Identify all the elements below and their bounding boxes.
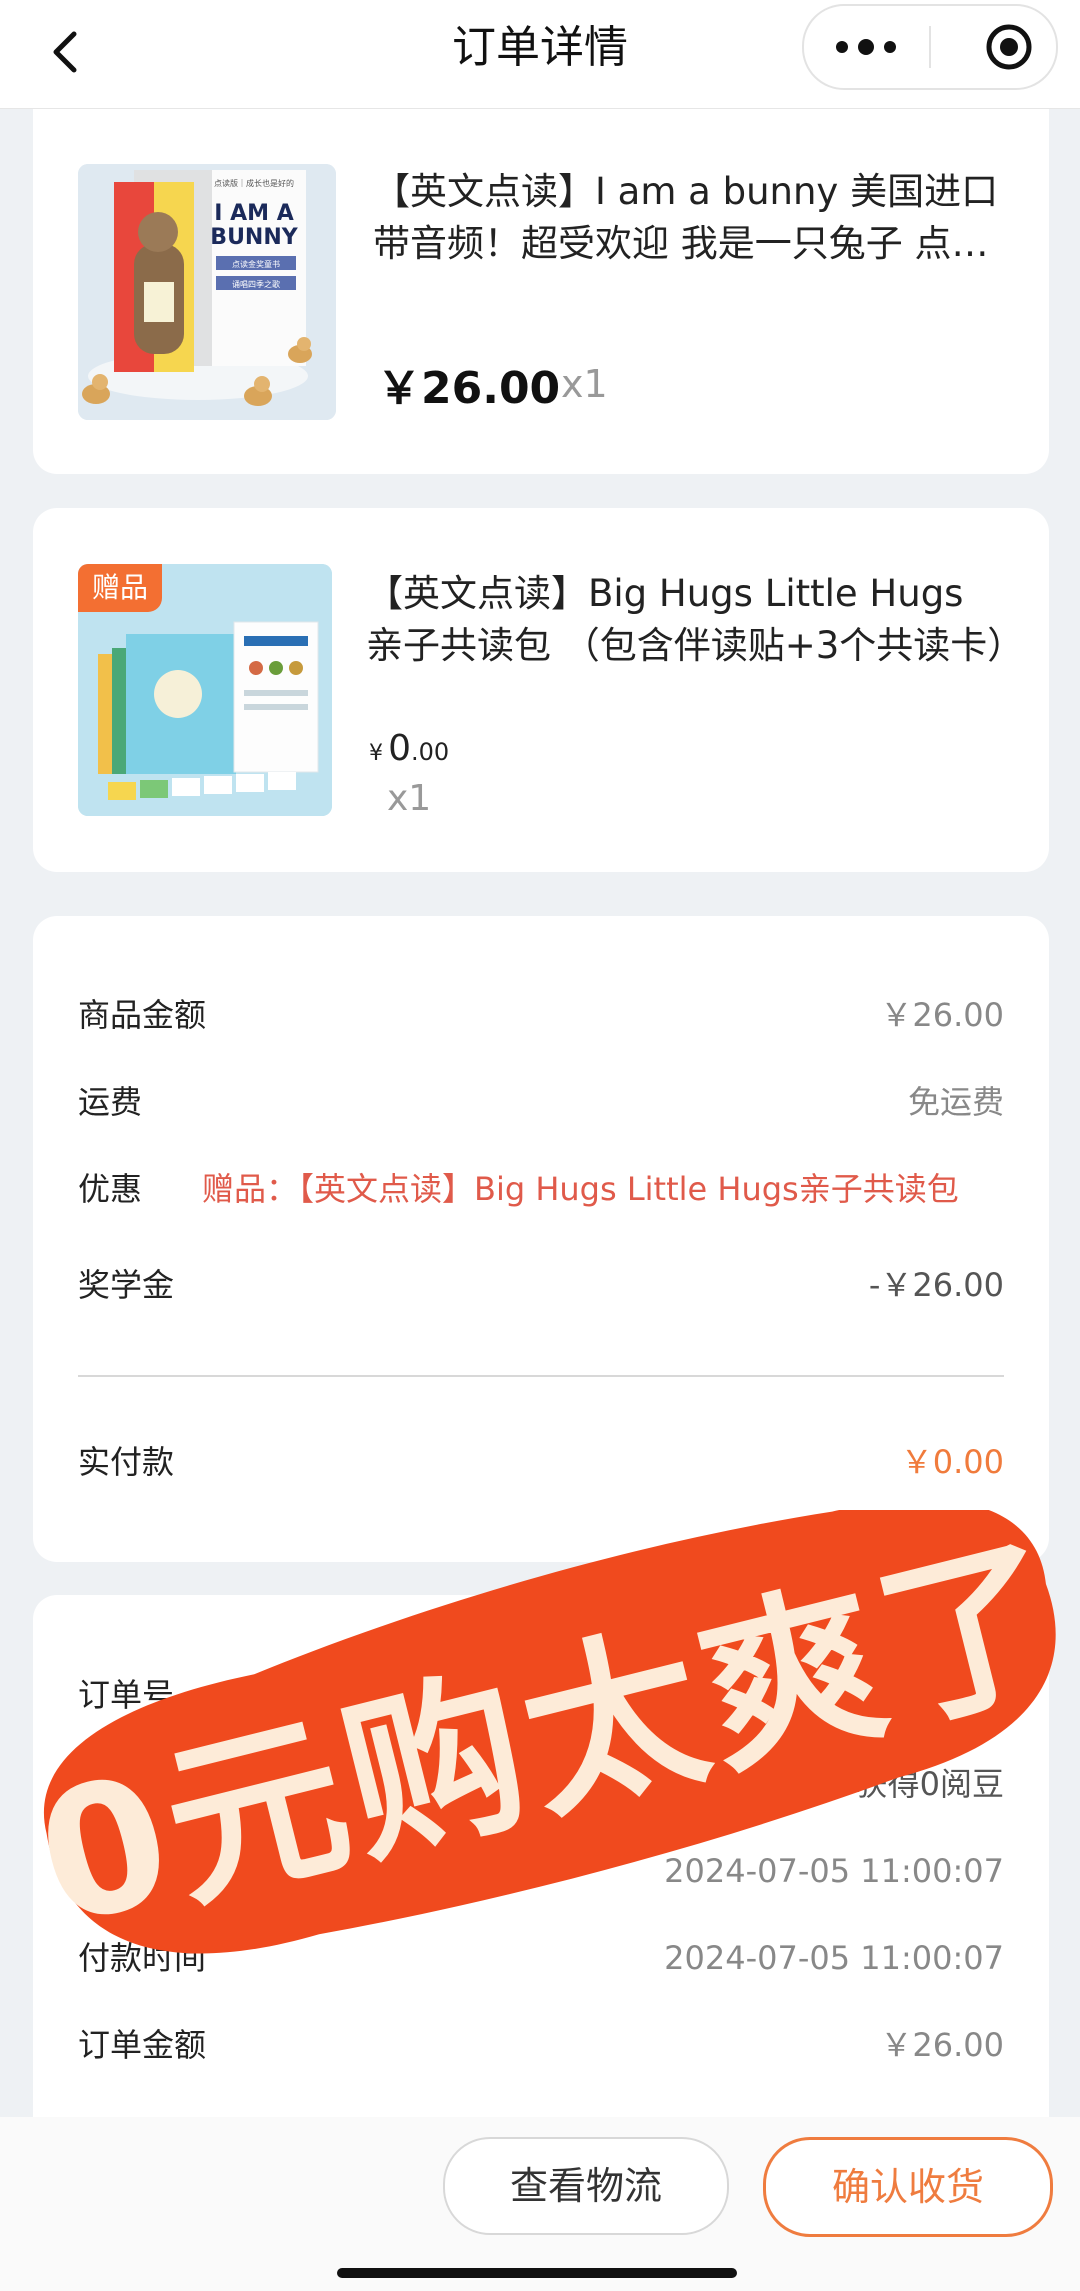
promo-sticker: 0元购太爽了 [19,1510,1080,1966]
gift-product-price: ¥ 0.00 [369,728,449,769]
scholarship-label: 奖学金 [78,1266,175,1304]
product-quantity: x1 [561,362,608,406]
order-amount-value: ￥26.00 [880,2026,1004,2064]
view-logistics-button[interactable]: 查看物流 [443,2137,729,2235]
price-decimal: .00 [411,738,450,766]
product-image[interactable]: 点读版｜成长也是好的 I AM A BUNNY 点读金奖童书 诵唱四季之歌 [78,164,336,420]
price-integer: 0 [388,728,411,769]
cover-tag1: 点读金奖童书 [232,259,280,269]
capsule-divider [929,26,931,68]
cover-title-line2: BUNNY [210,225,298,250]
product-card[interactable]: 点读版｜成长也是好的 I AM A BUNNY 点读金奖童书 诵唱四季之歌 【英… [33,108,1049,474]
shipping-label: 运费 [78,1083,143,1121]
discount-label: 优惠 [78,1170,143,1208]
order-amount-row: 订单金额 ￥26.00 [78,2015,1004,2075]
goods-amount-row: 商品金额 ￥26.00 [78,985,1004,1045]
mini-program-capsule [802,4,1058,90]
confirm-receipt-button[interactable]: 确认收货 [763,2137,1053,2237]
scholarship-row: 奖学金 -￥26.00 [78,1255,1004,1315]
gift-product-title[interactable]: 【英文点读】Big Hugs Little Hugs 亲子共读包 （包含伴读贴+… [366,568,1006,672]
cover-top-text: 点读版｜成长也是好的 [214,178,294,188]
paid-row: 实付款 ￥0.00 [78,1432,1004,1492]
product-title[interactable]: 【英文点读】I am a bunny 美国进口 带音频！超受欢迎 我是一只兔子 … [373,166,1013,270]
gift-product-quantity: x1 [387,778,432,819]
summary-divider [78,1375,1004,1377]
shipping-value: 免运费 [907,1083,1004,1121]
product-price: ￥26.00 [377,363,561,414]
shipping-row: 运费 免运费 [78,1072,1004,1132]
target-icon[interactable] [984,22,1034,72]
price-currency: ¥ [369,741,383,766]
goods-amount-value: ￥26.00 [880,996,1004,1034]
paid-label: 实付款 [78,1443,175,1481]
discount-value[interactable]: 赠品：【英文点读】Big Hugs Little Hugs亲子共读包 [202,1159,1004,1219]
cover-tag2: 诵唱四季之歌 [232,279,280,289]
gift-product-card[interactable]: 赠品 【英文点读】Big Hugs Little Hugs 亲子共读包 （包含伴… [33,508,1049,872]
more-dots-icon[interactable] [826,24,906,70]
home-indicator [337,2268,737,2278]
order-amount-label: 订单金额 [78,2026,207,2064]
bottom-action-bar: 查看物流 确认收货 [0,2117,1080,2291]
nav-bar: 订单详情 [0,0,1080,109]
gift-badge: 赠品 [78,564,163,612]
cover-title-line1: I AM A [214,201,293,226]
discount-row[interactable]: 优惠 赠品：【英文点读】Big Hugs Little Hugs亲子共读包 [78,1159,1004,1219]
gift-product-image[interactable]: 赠品 [78,564,332,816]
goods-amount-label: 商品金额 [78,996,207,1034]
scholarship-value: -￥26.00 [868,1266,1004,1304]
paid-value: ￥0.00 [900,1443,1004,1481]
price-summary-card: 商品金额 ￥26.00 运费 免运费 优惠 赠品：【英文点读】Big Hugs … [33,916,1049,1562]
